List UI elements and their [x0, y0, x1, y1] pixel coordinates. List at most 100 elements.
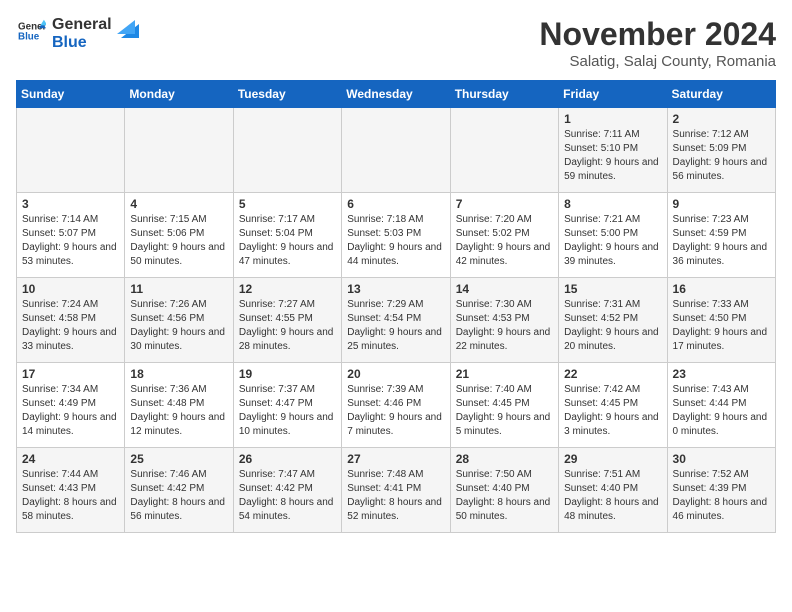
title-area: November 2024 Salatig, Salaj County, Rom… — [539, 16, 776, 70]
cell-info: Sunrise: 7:12 AM Sunset: 5:09 PM Dayligh… — [673, 128, 770, 184]
calendar-cell: 7Sunrise: 7:20 AM Sunset: 5:02 PM Daylig… — [450, 193, 558, 278]
cell-info: Sunrise: 7:15 AM Sunset: 5:06 PM Dayligh… — [130, 213, 227, 269]
day-number: 3 — [22, 197, 119, 211]
calendar-cell: 23 Sunrise: 7:43 AM Sunset: 4:44 PM Dayli… — [667, 363, 775, 448]
day-number: 2 — [673, 112, 770, 126]
day-number: 7 — [456, 197, 553, 211]
calendar-table: SundayMondayTuesdayWednesdayThursdayFrid… — [16, 80, 776, 533]
day-number: 8 — [564, 197, 661, 211]
cell-info: Sunrise: 7:46 AM Sunset: 4:42 PM Dayligh… — [130, 468, 227, 524]
cell-info: Sunrise: 7:21 AM Sunset: 5:00 PM Dayligh… — [564, 213, 661, 269]
logo-arrow-icon — [117, 20, 139, 42]
calendar-cell — [342, 108, 450, 193]
logo-icon: General Blue — [18, 17, 46, 45]
cell-info: Sunrise: 7:31 AM Sunset: 4:52 PM Dayligh… — [564, 298, 661, 354]
cell-info: Sunrise: 7:40 AM Sunset: 4:45 PM Dayligh… — [456, 383, 553, 439]
calendar-cell: 4Sunrise: 7:15 AM Sunset: 5:06 PM Daylig… — [125, 193, 233, 278]
calendar-cell: 14 Sunrise: 7:30 AM Sunset: 4:53 PM Dayli… — [450, 278, 558, 363]
calendar-cell: 29Sunrise: 7:51 AM Sunset: 4:40 PM Dayli… — [559, 448, 667, 533]
calendar-cell: 3 Sunrise: 7:14 AM Sunset: 5:07 PM Daylig… — [17, 193, 125, 278]
day-number: 27 — [347, 452, 444, 466]
week-row-4: 17 Sunrise: 7:34 AM Sunset: 4:49 PM Dayli… — [17, 363, 776, 448]
cell-info: Sunrise: 7:34 AM Sunset: 4:49 PM Dayligh… — [22, 383, 119, 439]
cell-info: Sunrise: 7:48 AM Sunset: 4:41 PM Dayligh… — [347, 468, 444, 524]
cell-info: Sunrise: 7:17 AM Sunset: 5:04 PM Dayligh… — [239, 213, 336, 269]
cell-info: Sunrise: 7:23 AM Sunset: 4:59 PM Dayligh… — [673, 213, 770, 269]
calendar-cell: 21Sunrise: 7:40 AM Sunset: 4:45 PM Dayli… — [450, 363, 558, 448]
calendar-cell: 24 Sunrise: 7:44 AM Sunset: 4:43 PM Dayli… — [17, 448, 125, 533]
cell-info: Sunrise: 7:42 AM Sunset: 4:45 PM Dayligh… — [564, 383, 661, 439]
col-header-tuesday: Tuesday — [233, 81, 341, 108]
cell-info: Sunrise: 7:14 AM Sunset: 5:07 PM Dayligh… — [22, 213, 119, 269]
cell-info: Sunrise: 7:29 AM Sunset: 4:54 PM Dayligh… — [347, 298, 444, 354]
calendar-cell — [233, 108, 341, 193]
day-number: 25 — [130, 452, 227, 466]
month-title: November 2024 — [539, 16, 776, 53]
calendar-cell: 19 Sunrise: 7:37 AM Sunset: 4:47 PM Dayli… — [233, 363, 341, 448]
calendar-cell: 16 Sunrise: 7:33 AM Sunset: 4:50 PM Dayli… — [667, 278, 775, 363]
cell-info: Sunrise: 7:43 AM Sunset: 4:44 PM Dayligh… — [673, 383, 770, 439]
day-number: 6 — [347, 197, 444, 211]
logo-blue-text: Blue — [52, 34, 112, 52]
calendar-cell: 26 Sunrise: 7:47 AM Sunset: 4:42 PM Dayli… — [233, 448, 341, 533]
day-number: 26 — [239, 452, 336, 466]
day-number: 15 — [564, 282, 661, 296]
cell-info: Sunrise: 7:11 AM Sunset: 5:10 PM Dayligh… — [564, 128, 661, 184]
calendar-cell: 18 Sunrise: 7:36 AM Sunset: 4:48 PM Dayli… — [125, 363, 233, 448]
calendar-cell: 2 Sunrise: 7:12 AM Sunset: 5:09 PM Daylig… — [667, 108, 775, 193]
cell-info: Sunrise: 7:51 AM Sunset: 4:40 PM Dayligh… — [564, 468, 661, 524]
day-number: 14 — [456, 282, 553, 296]
col-header-friday: Friday — [559, 81, 667, 108]
cell-info: Sunrise: 7:47 AM Sunset: 4:42 PM Dayligh… — [239, 468, 336, 524]
cell-info: Sunrise: 7:52 AM Sunset: 4:39 PM Dayligh… — [673, 468, 770, 524]
day-number: 18 — [130, 367, 227, 381]
day-number: 10 — [22, 282, 119, 296]
location-title: Salatig, Salaj County, Romania — [539, 53, 776, 70]
calendar-cell: 1 Sunrise: 7:11 AM Sunset: 5:10 PM Daylig… — [559, 108, 667, 193]
calendar-cell — [17, 108, 125, 193]
week-row-2: 3 Sunrise: 7:14 AM Sunset: 5:07 PM Daylig… — [17, 193, 776, 278]
col-header-saturday: Saturday — [667, 81, 775, 108]
day-number: 24 — [22, 452, 119, 466]
logo: General Blue General Blue — [16, 16, 139, 51]
cell-info: Sunrise: 7:27 AM Sunset: 4:55 PM Dayligh… — [239, 298, 336, 354]
calendar-cell: 25 Sunrise: 7:46 AM Sunset: 4:42 PM Dayli… — [125, 448, 233, 533]
day-number: 28 — [456, 452, 553, 466]
day-number: 9 — [673, 197, 770, 211]
cell-info: Sunrise: 7:39 AM Sunset: 4:46 PM Dayligh… — [347, 383, 444, 439]
day-number: 19 — [239, 367, 336, 381]
day-number: 23 — [673, 367, 770, 381]
day-number: 5 — [239, 197, 336, 211]
calendar-cell: 6 Sunrise: 7:18 AM Sunset: 5:03 PM Daylig… — [342, 193, 450, 278]
calendar-cell: 30Sunrise: 7:52 AM Sunset: 4:39 PM Dayli… — [667, 448, 775, 533]
cell-info: Sunrise: 7:37 AM Sunset: 4:47 PM Dayligh… — [239, 383, 336, 439]
cell-info: Sunrise: 7:44 AM Sunset: 4:43 PM Dayligh… — [22, 468, 119, 524]
calendar-cell: 8 Sunrise: 7:21 AM Sunset: 5:00 PM Daylig… — [559, 193, 667, 278]
day-number: 13 — [347, 282, 444, 296]
day-number: 17 — [22, 367, 119, 381]
calendar-cell: 28Sunrise: 7:50 AM Sunset: 4:40 PM Dayli… — [450, 448, 558, 533]
week-row-5: 24 Sunrise: 7:44 AM Sunset: 4:43 PM Dayli… — [17, 448, 776, 533]
calendar-cell: 9 Sunrise: 7:23 AM Sunset: 4:59 PM Daylig… — [667, 193, 775, 278]
day-number: 11 — [130, 282, 227, 296]
col-header-monday: Monday — [125, 81, 233, 108]
cell-info: Sunrise: 7:24 AM Sunset: 4:58 PM Dayligh… — [22, 298, 119, 354]
col-header-wednesday: Wednesday — [342, 81, 450, 108]
week-row-1: 1 Sunrise: 7:11 AM Sunset: 5:10 PM Daylig… — [17, 108, 776, 193]
cell-info: Sunrise: 7:26 AM Sunset: 4:56 PM Dayligh… — [130, 298, 227, 354]
calendar-cell: 20Sunrise: 7:39 AM Sunset: 4:46 PM Dayli… — [342, 363, 450, 448]
calendar-cell: 15 Sunrise: 7:31 AM Sunset: 4:52 PM Dayli… — [559, 278, 667, 363]
calendar-cell: 27 Sunrise: 7:48 AM Sunset: 4:41 PM Dayli… — [342, 448, 450, 533]
cell-info: Sunrise: 7:33 AM Sunset: 4:50 PM Dayligh… — [673, 298, 770, 354]
calendar-cell — [450, 108, 558, 193]
day-number: 16 — [673, 282, 770, 296]
cell-info: Sunrise: 7:30 AM Sunset: 4:53 PM Dayligh… — [456, 298, 553, 354]
cell-info: Sunrise: 7:36 AM Sunset: 4:48 PM Dayligh… — [130, 383, 227, 439]
day-number: 1 — [564, 112, 661, 126]
calendar-cell: 5 Sunrise: 7:17 AM Sunset: 5:04 PM Daylig… — [233, 193, 341, 278]
calendar-cell: 13 Sunrise: 7:29 AM Sunset: 4:54 PM Dayli… — [342, 278, 450, 363]
cell-info: Sunrise: 7:18 AM Sunset: 5:03 PM Dayligh… — [347, 213, 444, 269]
day-number: 22 — [564, 367, 661, 381]
day-number: 12 — [239, 282, 336, 296]
svg-text:Blue: Blue — [18, 31, 40, 42]
